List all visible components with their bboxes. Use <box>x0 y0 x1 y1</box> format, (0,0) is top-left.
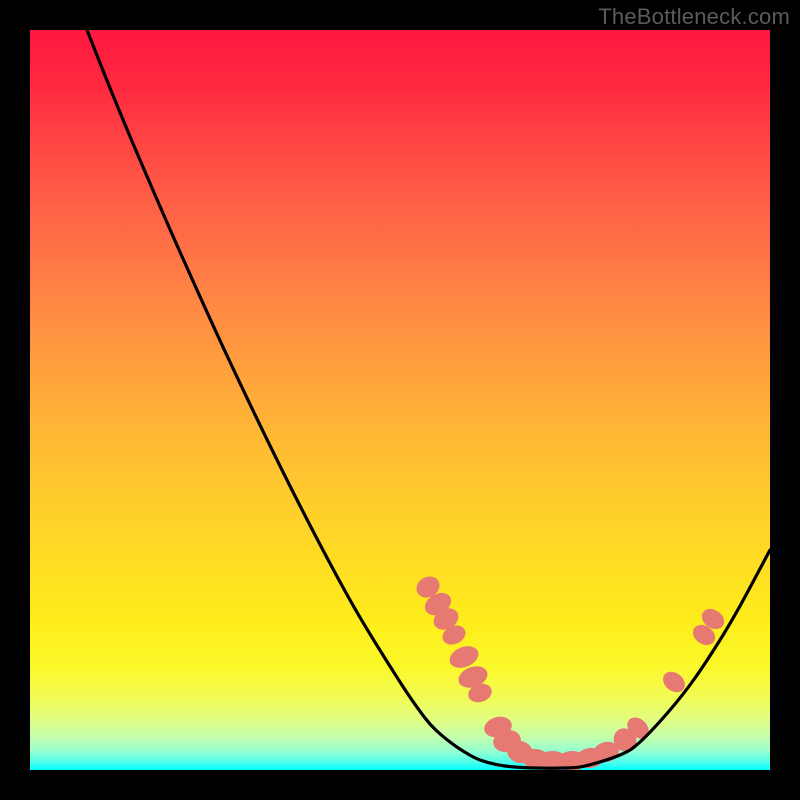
chart-svg <box>30 30 770 770</box>
salmon-dot <box>698 605 728 633</box>
salmon-dot <box>557 750 588 770</box>
bottleneck-curve <box>87 30 770 768</box>
salmon-dot <box>466 681 494 706</box>
salmon-dot <box>430 604 462 634</box>
salmon-dot <box>421 588 455 619</box>
salmon-dot <box>609 724 641 756</box>
salmon-dot <box>591 739 621 765</box>
salmon-dot <box>413 572 444 601</box>
salmon-dot <box>482 714 514 741</box>
marker-group <box>413 572 728 770</box>
salmon-dot <box>575 746 606 770</box>
salmon-dot <box>491 727 523 754</box>
salmon-dot <box>623 713 653 743</box>
salmon-dot <box>689 621 719 650</box>
salmon-dot <box>521 747 552 770</box>
salmon-dot <box>505 738 536 766</box>
salmon-dot <box>455 662 490 691</box>
salmon-dot <box>538 750 569 770</box>
salmon-dot <box>446 642 481 672</box>
watermark-text: TheBottleneck.com <box>598 4 790 30</box>
salmon-dot <box>659 668 689 697</box>
chart-plot-area <box>30 30 770 770</box>
salmon-dot <box>439 622 468 648</box>
